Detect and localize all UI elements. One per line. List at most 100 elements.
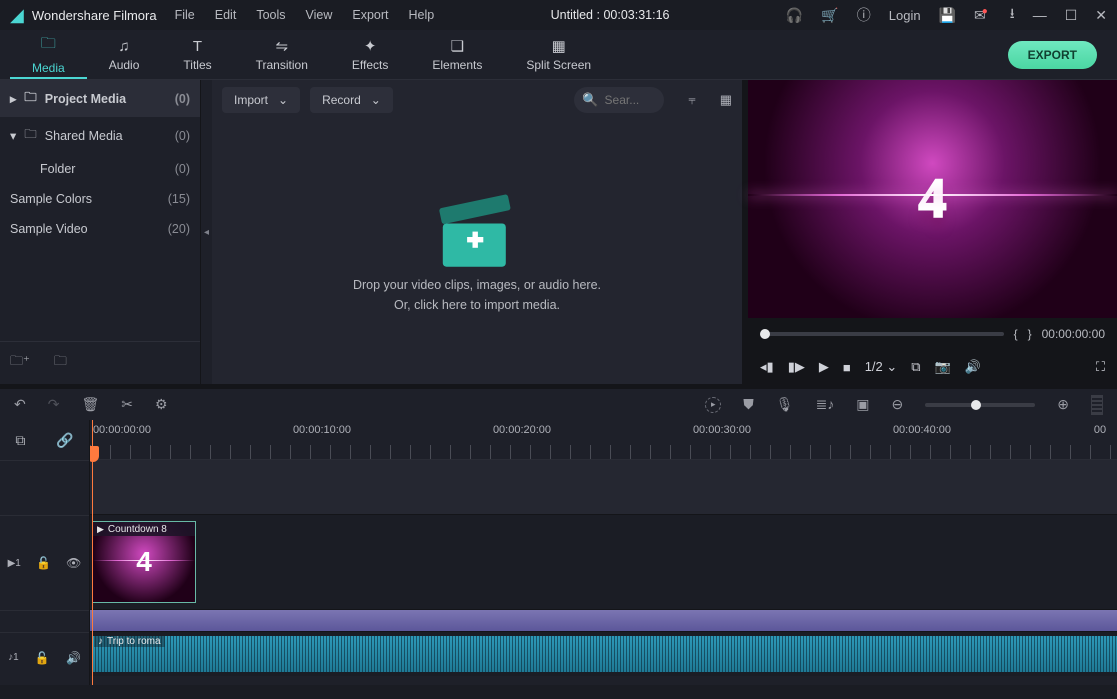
prev-frame-button[interactable]: ◂▮ — [760, 359, 774, 375]
undo-icon[interactable]: ↶ — [14, 396, 26, 413]
stop-button[interactable]: ■ — [843, 360, 851, 375]
project-title: Untitled : 00:03:31:16 — [452, 8, 768, 22]
import-label: Import — [234, 93, 268, 107]
menu-export[interactable]: Export — [352, 8, 388, 22]
sidebar-sample-video[interactable]: Sample Video (20) — [0, 214, 200, 244]
record-dropdown[interactable]: Record⌄ — [310, 87, 393, 113]
window-minimize-icon[interactable]: — — [1033, 7, 1047, 23]
download-icon[interactable]: ⭳ — [1010, 3, 1015, 27]
settings-icon[interactable]: ⚙ — [155, 396, 168, 413]
import-dropdown[interactable]: Import⌄ — [222, 87, 300, 113]
window-close-icon[interactable]: ✕ — [1095, 7, 1107, 24]
menu-help[interactable]: Help — [409, 8, 435, 22]
tab-transition[interactable]: ⇋Transition — [234, 30, 330, 79]
link-icon[interactable]: 🔗 — [56, 432, 73, 449]
search-icon: 🔍 — [582, 92, 598, 108]
cart-icon[interactable]: 🛒 — [821, 7, 838, 24]
playback-speed[interactable]: 1/2 ⌄ — [865, 359, 898, 375]
message-icon[interactable]: ✉● — [974, 7, 992, 24]
video-clip[interactable]: ▶Countdown 8 4 — [92, 521, 196, 603]
marker-icon[interactable]: ⛊ — [743, 396, 754, 413]
zoom-fit-icon[interactable] — [1091, 395, 1103, 415]
volume-icon[interactable]: 🔊 — [965, 359, 981, 375]
audio-track-header[interactable]: ♪1 🔓 🔊 — [0, 632, 89, 682]
tab-effects[interactable]: ✦Effects — [330, 30, 410, 79]
menu-view[interactable]: View — [306, 8, 333, 22]
tab-media[interactable]: 🗀Media — [10, 30, 87, 79]
search-input[interactable] — [605, 93, 655, 107]
timeline-transition-track[interactable] — [90, 610, 1117, 632]
collapse-sidebar-handle[interactable]: ◂ — [200, 80, 212, 384]
info-icon[interactable]: ⓘ — [857, 5, 871, 25]
filter-icon[interactable]: ⫧ — [688, 92, 695, 108]
ruler-tick: 00:00:40:00 — [893, 424, 951, 436]
media-drop-zone[interactable]: Drop your video clips, images, or audio … — [212, 120, 742, 384]
media-panel: Import⌄ Record⌄ 🔍 ⫧ ▦ Drop your video cl… — [212, 80, 748, 384]
audio-mixer-icon[interactable]: ≣♪ — [816, 396, 835, 413]
sidebar-item-count: (0) — [175, 92, 190, 106]
voiceover-icon[interactable]: 🎙 — [776, 396, 794, 413]
window-maximize-icon[interactable]: ☐ — [1065, 7, 1078, 24]
video-track-header[interactable]: ▶1 🔓 👁 — [0, 515, 89, 610]
play-button[interactable]: ▶ — [819, 359, 829, 375]
tab-splitscreen[interactable]: ▦Split Screen — [504, 30, 613, 79]
mark-in-icon[interactable]: { — [1014, 327, 1018, 341]
export-button[interactable]: EXPORT — [1008, 41, 1097, 69]
track-manager-icon[interactable]: ⧉ — [15, 432, 25, 449]
clip-label: Countdown 8 — [108, 524, 167, 535]
tab-audio[interactable]: ♫Audio — [87, 30, 162, 79]
sidebar-item-label: Shared Media — [45, 129, 123, 143]
login-link[interactable]: Login — [889, 8, 921, 23]
timeline-ruler[interactable]: 00:00:00:00 00:00:10:00 00:00:20:00 00:0… — [90, 420, 1117, 460]
project-duration: 00:03:31:16 — [603, 8, 669, 22]
lock-icon[interactable]: 🔓 — [36, 556, 51, 570]
timeline-track-empty[interactable] — [90, 460, 1117, 515]
tab-titles[interactable]: TTitles — [161, 30, 233, 79]
crop-icon[interactable]: ▣ — [856, 396, 869, 413]
drop-hint-1: Drop your video clips, images, or audio … — [353, 278, 601, 292]
cut-icon[interactable]: ✂ — [121, 396, 133, 413]
zoom-slider[interactable] — [925, 403, 1035, 407]
redo-icon[interactable]: ↷ — [48, 396, 60, 413]
visibility-icon[interactable]: 👁 — [66, 556, 81, 570]
grid-view-icon[interactable]: ▦ — [720, 92, 732, 108]
playhead[interactable] — [92, 420, 93, 685]
save-icon[interactable]: 💾 — [939, 7, 956, 24]
play-pause-button[interactable]: ▮▶ — [788, 359, 805, 375]
sidebar-project-media[interactable]: ▸🗀Project Media (0) — [0, 80, 200, 117]
zoom-out-icon[interactable]: ⊖ — [892, 396, 904, 413]
tab-elements[interactable]: ❏Elements — [410, 30, 504, 79]
media-search[interactable]: 🔍 — [574, 87, 664, 113]
mark-out-icon[interactable]: } — [1028, 327, 1032, 341]
timeline-audio-track[interactable]: ♪Trip to roma — [90, 632, 1117, 676]
timeline-video-track[interactable]: ▶Countdown 8 4 — [90, 515, 1117, 610]
fullscreen-icon[interactable]: ⛶ — [1096, 359, 1105, 375]
delete-folder-icon[interactable]: 🗀 — [54, 352, 67, 374]
sidebar-item-count: (20) — [168, 222, 190, 236]
sidebar-shared-media[interactable]: ▾🗀Shared Media (0) — [0, 117, 200, 154]
sidebar-item-label: Sample Video — [10, 222, 88, 236]
sidebar-item-count: (15) — [168, 192, 190, 206]
snapshot-icon[interactable]: 📷 — [935, 359, 951, 375]
menu-tools[interactable]: Tools — [256, 8, 285, 22]
play-icon: ▶ — [97, 524, 104, 535]
sidebar-folder[interactable]: Folder (0) — [0, 154, 200, 184]
sidebar-sample-colors[interactable]: Sample Colors (15) — [0, 184, 200, 214]
support-icon[interactable]: 🎧 — [786, 7, 803, 24]
media-sidebar: ▸🗀Project Media (0) ▾🗀Shared Media (0) F… — [0, 80, 200, 384]
app-logo: ◢ Wondershare Filmora — [10, 5, 157, 26]
shapes-icon: ❏ — [451, 37, 464, 55]
lock-icon[interactable]: 🔓 — [35, 651, 50, 665]
audio-clip[interactable]: ♪Trip to roma — [92, 636, 1117, 672]
clip-label: Trip to roma — [107, 636, 161, 647]
new-folder-icon[interactable]: 🗀⁺ — [10, 352, 30, 374]
delete-icon[interactable]: 🗑 — [81, 396, 99, 413]
mute-icon[interactable]: 🔊 — [66, 651, 81, 665]
render-preview-icon[interactable]: ▸ — [705, 397, 721, 413]
zoom-in-icon[interactable]: ⊕ — [1057, 396, 1069, 413]
preview-scrubber[interactable] — [760, 332, 1004, 336]
display-settings-icon[interactable]: ⧉ — [911, 359, 920, 375]
menu-edit[interactable]: Edit — [215, 8, 237, 22]
menu-file[interactable]: File — [175, 8, 195, 22]
ruler-tick: 00:00:20:00 — [493, 424, 551, 436]
